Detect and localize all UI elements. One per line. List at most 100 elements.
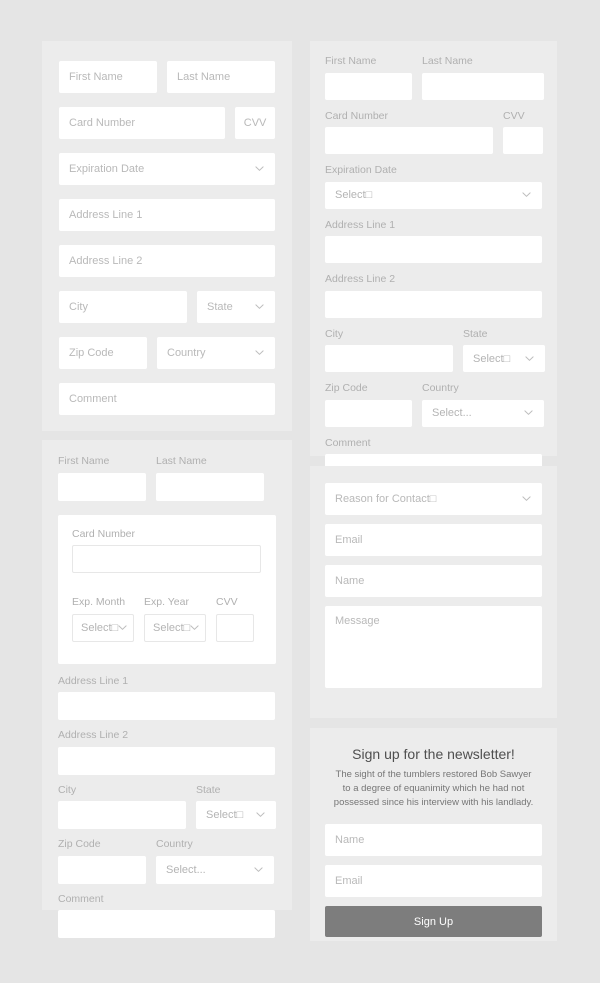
newsletter-sign-up-button[interactable]: Sign Up: [325, 906, 542, 938]
city-input[interactable]: [325, 345, 453, 372]
payment-stacked-form-panel: First Name Last Name Card Number Exp. Mo…: [42, 440, 292, 938]
chevron-down-icon: [524, 408, 533, 417]
state-group: State Select□: [463, 328, 545, 384]
newsletter-name-input[interactable]: Name: [325, 824, 542, 857]
card-number-input[interactable]: Card Number: [59, 107, 226, 139]
address-line-1-input[interactable]: [325, 236, 542, 263]
cvv-input[interactable]: [503, 127, 543, 154]
card-cvv-row: Card Number CVV: [325, 109, 543, 166]
name-input[interactable]: Name: [325, 565, 542, 597]
first-name-group: First Name: [325, 56, 412, 111]
country-select[interactable]: Country: [157, 337, 275, 369]
comment-input[interactable]: Comment: [59, 383, 275, 415]
zip-country-row: Zip Code Country: [59, 337, 275, 383]
newsletter-description: The sight of the tumblers restored Bob S…: [333, 769, 534, 808]
page-root: First Name Last Name Card Number CVV Exp…: [0, 0, 600, 983]
chevron-down-icon: [522, 190, 531, 199]
address-line-1-input[interactable]: Address Line 1: [59, 199, 275, 231]
last-name-input[interactable]: [422, 72, 544, 100]
newsletter-email-input[interactable]: Email: [325, 865, 542, 898]
chevron-down-icon: [254, 865, 263, 874]
exp-year-label: Exp. Year: [144, 596, 189, 608]
address-line-2-label: Address Line 2: [325, 273, 396, 285]
exp-month-value: Select□: [81, 621, 119, 634]
chevron-down-icon: [255, 302, 264, 311]
address-line-2-input[interactable]: [58, 746, 275, 775]
address-line-2-input[interactable]: [325, 290, 542, 318]
chevron-down-icon: [525, 354, 534, 363]
last-name-input[interactable]: Last Name: [167, 61, 275, 93]
chevron-down-icon: [255, 164, 264, 173]
last-name-group: Last Name: [422, 56, 544, 111]
card-number-input[interactable]: [325, 127, 493, 154]
zip-code-input[interactable]: Zip Code: [59, 337, 147, 369]
email-input[interactable]: Email: [325, 524, 542, 556]
state-label: State: [196, 783, 221, 796]
zip-code-placeholder: Zip Code: [69, 347, 114, 359]
last-name-input[interactable]: [156, 472, 264, 501]
last-name-label: Last Name: [156, 455, 207, 467]
cvv-input[interactable]: [216, 613, 254, 642]
country-placeholder: Country: [167, 347, 206, 359]
newsletter-title: Sign up for the newsletter!: [352, 746, 515, 762]
name-placeholder: Name: [335, 575, 365, 587]
city-group: City: [58, 784, 186, 840]
first-name-label: First Name: [58, 455, 110, 467]
exp-year-select[interactable]: Select□: [144, 613, 206, 642]
last-name-placeholder: Last Name: [177, 71, 231, 83]
zip-code-label: Zip Code: [325, 382, 368, 394]
address-line-1-label: Address Line 1: [58, 674, 129, 687]
comment-input[interactable]: [58, 910, 275, 938]
cvv-input[interactable]: CVV: [235, 107, 275, 139]
expiration-date-select[interactable]: Select□: [325, 181, 542, 209]
state-select[interactable]: Select□: [196, 801, 276, 829]
expiration-date-label: Expiration Date: [325, 164, 397, 176]
reason-for-contact-placeholder: Reason for Contact□: [335, 493, 437, 505]
name-row: First Name Last Name: [58, 456, 276, 511]
card-number-label: Card Number: [325, 109, 389, 122]
card-number-placeholder: Card Number: [69, 117, 136, 129]
expiration-date-placeholder: Expiration Date: [69, 163, 145, 175]
exp-month-select[interactable]: Select□: [72, 613, 134, 642]
city-input[interactable]: City: [59, 291, 187, 323]
contact-form-panel: Reason for Contact□ Email Name Message: [310, 466, 557, 718]
chevron-down-icon: [118, 623, 127, 632]
country-select[interactable]: Select...: [156, 855, 274, 884]
exp-month-label: Exp. Month: [72, 596, 126, 608]
zip-code-input[interactable]: [325, 399, 412, 427]
zip-code-input[interactable]: [58, 855, 146, 884]
country-label: Country: [422, 382, 459, 394]
first-name-input[interactable]: First Name: [59, 61, 157, 93]
cvv-label: CVV: [216, 596, 238, 608]
first-name-label: First Name: [325, 55, 377, 67]
address-line-2-placeholder: Address Line 2: [69, 255, 143, 267]
address-line-2-label: Address Line 2: [58, 729, 129, 741]
message-textarea[interactable]: Message: [325, 606, 542, 688]
first-name-input[interactable]: [58, 472, 146, 501]
chevron-down-icon: [255, 348, 264, 357]
comment-placeholder: Comment: [69, 393, 117, 405]
expiration-date-select[interactable]: Expiration Date: [59, 153, 275, 185]
state-value: Select□: [473, 352, 511, 365]
city-input[interactable]: [58, 801, 186, 829]
state-select[interactable]: State: [197, 291, 275, 323]
reason-for-contact-select[interactable]: Reason for Contact□: [325, 483, 542, 515]
city-state-row: City State: [59, 291, 275, 337]
exp-year-value: Select□: [153, 621, 191, 634]
chevron-down-icon: [256, 810, 265, 819]
zip-code-group: Zip Code: [58, 839, 146, 894]
country-label: Country: [156, 838, 193, 850]
state-select[interactable]: Select□: [463, 345, 545, 372]
country-select[interactable]: Select...: [422, 399, 544, 427]
country-value: Select...: [432, 407, 472, 419]
first-name-input[interactable]: [325, 72, 412, 100]
newsletter-signup-panel: Sign up for the newsletter! The sight of…: [310, 728, 557, 941]
card-number-input[interactable]: [72, 545, 261, 573]
address-line-2-input[interactable]: Address Line 2: [59, 245, 275, 277]
address-line-1-input[interactable]: [58, 692, 275, 720]
card-number-label: Card Number: [72, 527, 136, 540]
card-details-card: Card Number Exp. Month Select□ Exp. Year…: [58, 514, 276, 664]
city-placeholder: City: [69, 301, 88, 313]
newsletter-email-placeholder: Email: [335, 875, 363, 888]
country-group: Country Select...: [422, 383, 544, 438]
